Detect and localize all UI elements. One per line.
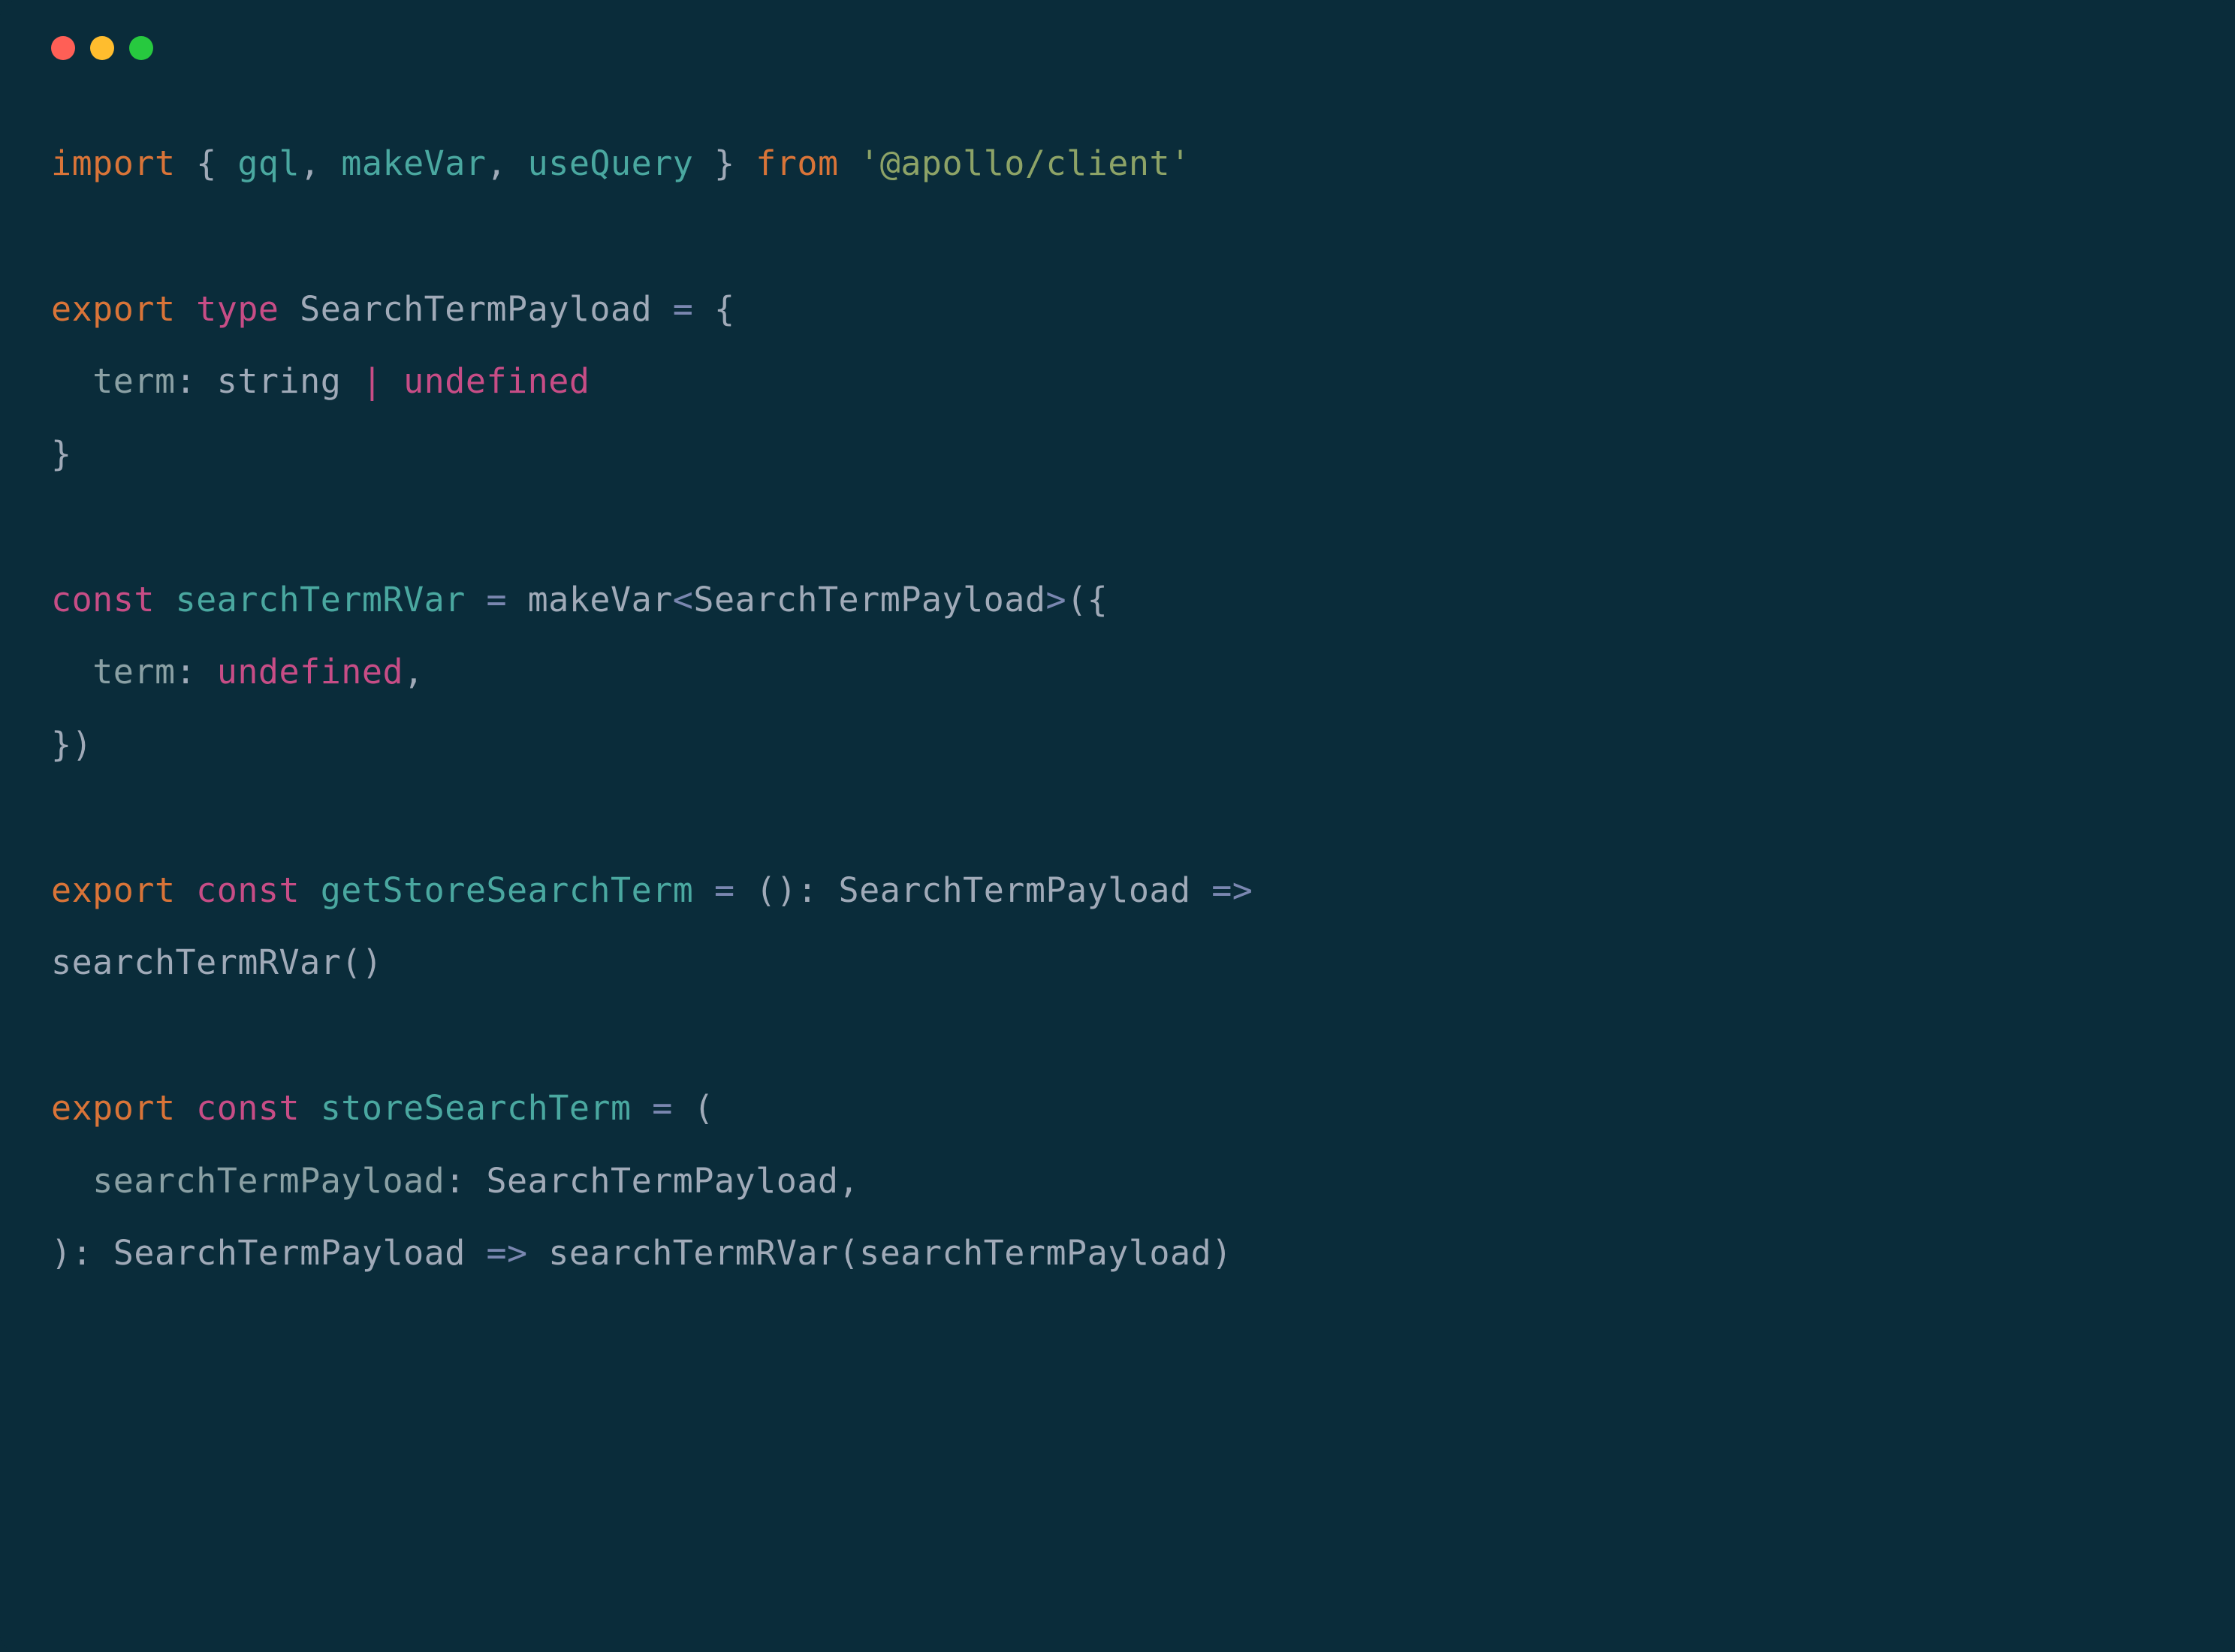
fn-name: storeSearchTerm: [321, 1088, 632, 1128]
minimize-icon[interactable]: [90, 36, 114, 60]
code-line-5: }: [51, 434, 72, 474]
code-line-4: term: string | undefined: [51, 361, 590, 401]
arrow-icon: =>: [1211, 870, 1253, 910]
window-titlebar: [0, 0, 2235, 60]
code-line-8: term: undefined,: [51, 652, 424, 692]
code-line-9: }): [51, 725, 92, 764]
code-line-11: export const getStoreSearchTerm = (): Se…: [51, 870, 1253, 910]
var-name: searchTermRVar: [176, 580, 466, 620]
maximize-icon[interactable]: [129, 36, 153, 60]
module-path: '@apollo/client': [859, 143, 1190, 183]
keyword-export: export: [51, 289, 176, 329]
code-line-7: const searchTermRVar = makeVar<SearchTer…: [51, 580, 1108, 620]
param-name: searchTermPayload: [92, 1161, 445, 1201]
close-icon[interactable]: [51, 36, 75, 60]
code-line-12: searchTermRVar(): [51, 942, 382, 982]
keyword-const: const: [51, 580, 155, 620]
property-term: term: [92, 361, 175, 401]
arrow-icon: =>: [486, 1233, 527, 1273]
code-line-3: export type SearchTermPayload = {: [51, 289, 735, 329]
code-line-14: export const storeSearchTerm = (: [51, 1088, 714, 1128]
code-content: import { gql, makeVar, useQuery } from '…: [0, 60, 2235, 1290]
keyword-from: from: [756, 143, 838, 183]
code-line-1: import { gql, makeVar, useQuery } from '…: [51, 143, 1191, 183]
keyword-type: type: [196, 289, 279, 329]
code-editor-window: import { gql, makeVar, useQuery } from '…: [0, 0, 2235, 1652]
code-line-16: ): SearchTermPayload => searchTermRVar(s…: [51, 1233, 1232, 1273]
fn-name: getStoreSearchTerm: [321, 870, 694, 910]
keyword-import: import: [51, 143, 176, 183]
code-line-15: searchTermPayload: SearchTermPayload,: [51, 1161, 859, 1201]
type-name: SearchTermPayload: [300, 289, 652, 329]
